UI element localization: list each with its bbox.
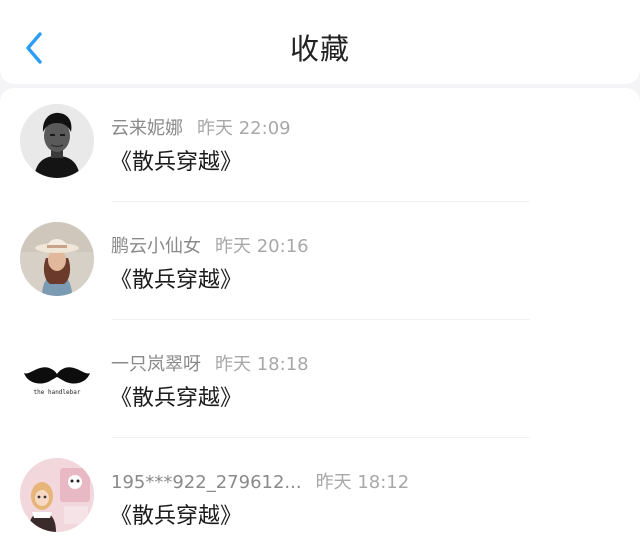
man-portrait-avatar-icon bbox=[20, 104, 94, 178]
timestamp: 昨天 22:09 bbox=[197, 118, 291, 139]
item-meta: 一只岚翠呀 昨天 18:18 bbox=[111, 350, 309, 376]
girl-with-hat-avatar-icon bbox=[20, 222, 94, 296]
item-meta: 195***922_279612... 昨天 18:12 bbox=[111, 468, 409, 494]
favorites-screen: 收藏 云来妮娜 昨天 22:09 《散兵穿越》 鹏云小仙女 昨天 20:16 《… bbox=[0, 0, 640, 551]
timestamp: 昨天 18:12 bbox=[315, 472, 410, 493]
work-title[interactable]: 《散兵穿越》 bbox=[110, 262, 242, 294]
work-title[interactable]: 《散兵穿越》 bbox=[110, 380, 242, 412]
avatar[interactable] bbox=[20, 222, 94, 296]
username[interactable]: 195***922_279612... bbox=[111, 472, 302, 493]
work-title[interactable]: 《散兵穿越》 bbox=[110, 498, 242, 530]
page-title: 收藏 bbox=[289, 32, 350, 66]
item-meta: 鹏云小仙女 昨天 20:16 bbox=[111, 232, 309, 258]
mustache-logo-avatar-icon bbox=[20, 340, 94, 414]
divider bbox=[112, 437, 530, 438]
nav-bar: 收藏 bbox=[0, 0, 640, 84]
pink-doll-avatar-icon bbox=[20, 458, 94, 532]
username[interactable]: 云来妮娜 bbox=[111, 118, 183, 139]
item-meta: 云来妮娜 昨天 22:09 bbox=[111, 114, 291, 140]
username[interactable]: 鹏云小仙女 bbox=[111, 236, 201, 257]
favorites-list: 云来妮娜 昨天 22:09 《散兵穿越》 鹏云小仙女 昨天 20:16 《散兵穿… bbox=[0, 88, 640, 551]
timestamp: 昨天 20:16 bbox=[215, 236, 309, 257]
divider bbox=[112, 319, 530, 320]
divider bbox=[112, 201, 530, 202]
list-item[interactable]: 195***922_279612... 昨天 18:12 《散兵穿越》 bbox=[0, 442, 640, 551]
list-item[interactable]: 云来妮娜 昨天 22:09 《散兵穿越》 bbox=[0, 88, 640, 206]
list-item[interactable]: the handlebar 一只岚翠呀 昨天 18:18 《散兵穿越》 bbox=[0, 324, 640, 442]
list-item[interactable]: 鹏云小仙女 昨天 20:16 《散兵穿越》 bbox=[0, 206, 640, 324]
timestamp: 昨天 18:18 bbox=[215, 354, 309, 375]
avatar[interactable] bbox=[20, 458, 94, 532]
avatar[interactable] bbox=[20, 104, 94, 178]
avatar[interactable]: the handlebar bbox=[20, 340, 94, 414]
avatar-caption: the handlebar bbox=[33, 389, 81, 396]
username[interactable]: 一只岚翠呀 bbox=[111, 354, 201, 375]
work-title[interactable]: 《散兵穿越》 bbox=[110, 144, 242, 176]
